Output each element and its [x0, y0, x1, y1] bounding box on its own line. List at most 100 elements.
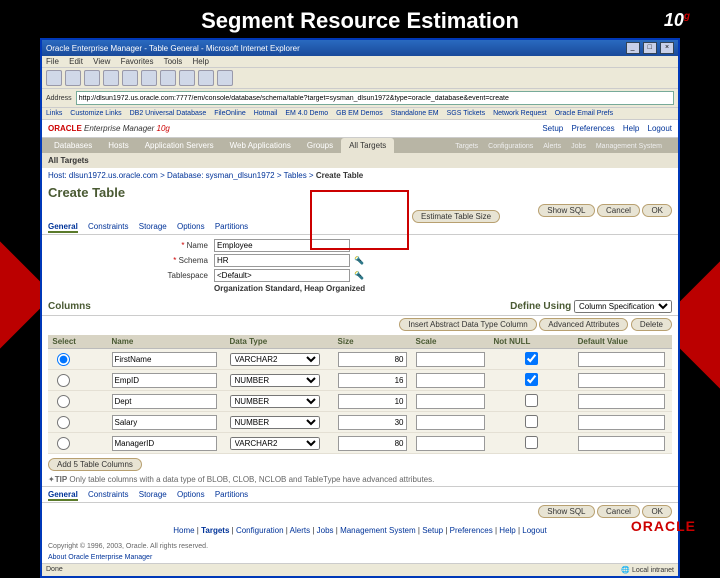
row-select-radio[interactable] [57, 437, 70, 450]
tablespace-input[interactable] [214, 269, 350, 282]
tab-appservers[interactable]: Application Servers [137, 138, 222, 153]
ok-button-bottom[interactable]: OK [642, 505, 672, 518]
col-notnull-checkbox[interactable] [525, 415, 538, 428]
col-type-select[interactable]: NUMBER [230, 416, 320, 429]
col-type-select[interactable]: NUMBER [230, 395, 320, 408]
link-item[interactable]: Network Request [493, 110, 547, 117]
favorites-button[interactable] [160, 70, 176, 86]
add-5-columns-button[interactable]: Add 5 Table Columns [48, 458, 142, 471]
link-item[interactable]: Oracle Email Prefs [555, 110, 613, 117]
row-select-radio[interactable] [57, 416, 70, 429]
show-sql-button-bottom[interactable]: Show SQL [538, 505, 594, 518]
menu-edit[interactable]: Edit [69, 57, 83, 66]
col-name-input[interactable] [112, 415, 217, 430]
col-notnull-checkbox[interactable] [525, 436, 538, 449]
bc-host[interactable]: Host: dlsun1972.us.oracle.com [48, 171, 158, 180]
close-button[interactable]: × [660, 42, 674, 54]
col-default-input[interactable] [578, 373, 665, 388]
tab-partitions-bottom[interactable]: Partitions [215, 490, 248, 499]
col-default-input[interactable] [578, 394, 665, 409]
col-size-input[interactable] [338, 373, 407, 388]
tab-webapps[interactable]: Web Applications [222, 138, 299, 153]
col-name-input[interactable] [112, 394, 217, 409]
search-button[interactable] [141, 70, 157, 86]
footer-logout[interactable]: Logout [522, 526, 546, 535]
footer-alerts[interactable]: Alerts [290, 526, 310, 535]
menu-help[interactable]: Help [193, 57, 209, 66]
link-item[interactable]: GB EM Demos [336, 110, 383, 117]
tab-general[interactable]: General [48, 222, 78, 233]
cancel-button-bottom[interactable]: Cancel [597, 505, 640, 518]
link-item[interactable]: EM 4.0 Demo [285, 110, 328, 117]
row-select-radio[interactable] [57, 353, 70, 366]
col-size-input[interactable] [338, 415, 407, 430]
link-item[interactable]: Standalone EM [391, 110, 439, 117]
setup-link[interactable]: Setup [542, 124, 563, 133]
minimize-button[interactable]: _ [626, 42, 640, 54]
bc-database[interactable]: Database: sysman_dlsun1972 [167, 171, 275, 180]
col-name-input[interactable] [112, 373, 217, 388]
tab-partitions[interactable]: Partitions [215, 222, 248, 231]
footer-home[interactable]: Home [173, 526, 194, 535]
tab-storage-bottom[interactable]: Storage [139, 490, 167, 499]
col-name-input[interactable] [112, 436, 217, 451]
col-scale-input[interactable] [416, 415, 485, 430]
row-select-radio[interactable] [57, 374, 70, 387]
delete-column-button[interactable]: Delete [631, 318, 672, 331]
col-scale-input[interactable] [416, 352, 485, 367]
mail-button[interactable] [198, 70, 214, 86]
tab-groups[interactable]: Groups [299, 138, 341, 153]
back-button[interactable] [46, 70, 62, 86]
address-input[interactable] [76, 91, 674, 105]
stop-button[interactable] [84, 70, 100, 86]
tab-all-targets[interactable]: All Targets [341, 138, 394, 153]
ok-button[interactable]: OK [642, 204, 672, 217]
col-scale-input[interactable] [416, 373, 485, 388]
about-link[interactable]: About Oracle Enterprise Manager [48, 554, 152, 561]
bc-tables[interactable]: Tables [284, 171, 307, 180]
forward-button[interactable] [65, 70, 81, 86]
col-size-input[interactable] [338, 352, 407, 367]
col-scale-input[interactable] [416, 436, 485, 451]
col-size-input[interactable] [338, 394, 407, 409]
nav-alerts[interactable]: Alerts [539, 141, 565, 152]
footer-mgmt[interactable]: Management System [340, 526, 416, 535]
col-notnull-checkbox[interactable] [525, 394, 538, 407]
footer-help[interactable]: Help [499, 526, 515, 535]
link-item[interactable]: FileOnline [214, 110, 246, 117]
home-button[interactable] [122, 70, 138, 86]
tab-options[interactable]: Options [177, 222, 205, 231]
flashlight-icon[interactable]: 🔦 [354, 271, 364, 280]
tab-storage[interactable]: Storage [139, 222, 167, 231]
maximize-button[interactable]: □ [643, 42, 657, 54]
insert-abstract-button[interactable]: Insert Abstract Data Type Column [399, 318, 536, 331]
tab-constraints[interactable]: Constraints [88, 222, 128, 231]
link-item[interactable]: Hotmail [254, 110, 278, 117]
col-default-input[interactable] [578, 352, 665, 367]
col-notnull-checkbox[interactable] [525, 373, 538, 386]
advanced-attrs-button[interactable]: Advanced Attributes [539, 318, 628, 331]
targets-span[interactable]: Targets [451, 141, 482, 152]
link-item[interactable]: DB2 Universal Database [130, 110, 207, 117]
menu-tools[interactable]: Tools [164, 57, 183, 66]
menu-file[interactable]: File [46, 57, 59, 66]
refresh-button[interactable] [103, 70, 119, 86]
nav-config[interactable]: Configurations [484, 141, 537, 152]
nav-jobs[interactable]: Jobs [567, 141, 590, 152]
estimate-size-button[interactable]: Estimate Table Size [412, 210, 500, 223]
print-button[interactable] [217, 70, 233, 86]
tab-general-bottom[interactable]: General [48, 490, 78, 501]
tab-databases[interactable]: Databases [46, 138, 100, 153]
col-notnull-checkbox[interactable] [525, 352, 538, 365]
link-item[interactable]: SGS Tickets [447, 110, 486, 117]
tab-options-bottom[interactable]: Options [177, 490, 205, 499]
flashlight-icon[interactable]: 🔦 [354, 256, 364, 265]
col-default-input[interactable] [578, 436, 665, 451]
preferences-link[interactable]: Preferences [571, 124, 614, 133]
col-type-select[interactable]: NUMBER [230, 374, 320, 387]
col-default-input[interactable] [578, 415, 665, 430]
col-name-input[interactable] [112, 352, 217, 367]
define-select[interactable]: Column Specification [574, 300, 672, 313]
tab-constraints-bottom[interactable]: Constraints [88, 490, 128, 499]
col-type-select[interactable]: VARCHAR2 [230, 437, 320, 450]
